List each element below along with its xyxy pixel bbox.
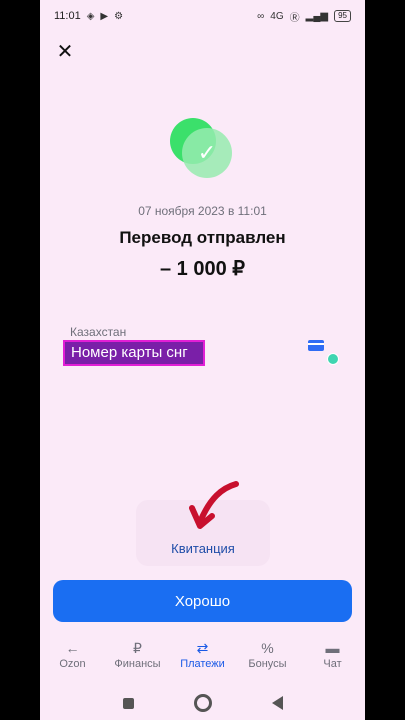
roaming-icon: Ⓡ [289, 12, 300, 24]
chat-bubble-icon: ▬ [325, 640, 340, 656]
status-bar: 11:01 ◈ ▶ ⚙ ∞ 4G Ⓡ ▂▄▆ 95 [40, 0, 365, 32]
arrow-left-icon: ← [65, 640, 80, 656]
tab-label: Чат [323, 658, 342, 670]
recents-button[interactable] [122, 697, 134, 709]
page-title: Перевод отправлен [119, 228, 286, 247]
tab-bonuses[interactable]: % Бонусы [238, 638, 298, 680]
status-time: 11:01 [54, 10, 81, 22]
card-badge-icon [327, 353, 339, 365]
system-nav-bar [40, 686, 365, 720]
success-icon: ✓ [168, 116, 238, 180]
layers-icon: ◈ [86, 10, 95, 22]
bottom-tab-bar: ← Ozon ₽ Финансы ⇄ Платежи % Бонусы ▬ Ча… [40, 638, 365, 680]
annotation-arrow-icon [189, 481, 239, 529]
tab-payments[interactable]: ⇄ Платежи [173, 638, 233, 680]
tab-finance[interactable]: ₽ Финансы [108, 638, 168, 680]
transfer-amount: – 1 000 ₽ [159, 258, 245, 280]
transfer-arrows-icon: ⇄ [196, 640, 209, 656]
signal-icon: ▂▄▆ [305, 10, 329, 22]
back-button[interactable] [271, 696, 283, 710]
card-number-label: Номер карты снг [63, 340, 205, 366]
close-button[interactable]: ✕ [54, 40, 76, 63]
percent-icon: % [261, 640, 274, 656]
tab-chat[interactable]: ▬ Чат [303, 638, 363, 680]
battery-indicator: 95 [334, 10, 351, 22]
video-icon: ▶ [100, 10, 109, 22]
phone-screen: 11:01 ◈ ▶ ⚙ ∞ 4G Ⓡ ▂▄▆ 95 ✕ ✓ 07 ноября … [40, 0, 365, 720]
settings-icon: ⚙ [114, 10, 124, 22]
tab-label: Ozon [59, 658, 86, 670]
bank-card-icon [308, 340, 324, 351]
ruble-coin-icon: ₽ [133, 640, 142, 656]
transfer-date: 07 ноября 2023 в 11:01 [138, 204, 267, 218]
receipt-button-label: Квитанция [171, 541, 235, 556]
check-icon: ✓ [197, 140, 217, 165]
recipient-country: Казахстан [70, 325, 127, 339]
tab-ozon[interactable]: ← Ozon [43, 638, 103, 680]
network-type: 4G [270, 10, 284, 22]
close-icon: ✕ [56, 40, 74, 63]
tab-label: Платежи [180, 658, 225, 670]
tab-label: Финансы [114, 658, 161, 670]
ok-button[interactable]: Хорошо [53, 580, 352, 622]
link-icon: ∞ [257, 10, 265, 22]
home-button[interactable] [193, 694, 212, 712]
tab-label: Бонусы [248, 658, 287, 670]
